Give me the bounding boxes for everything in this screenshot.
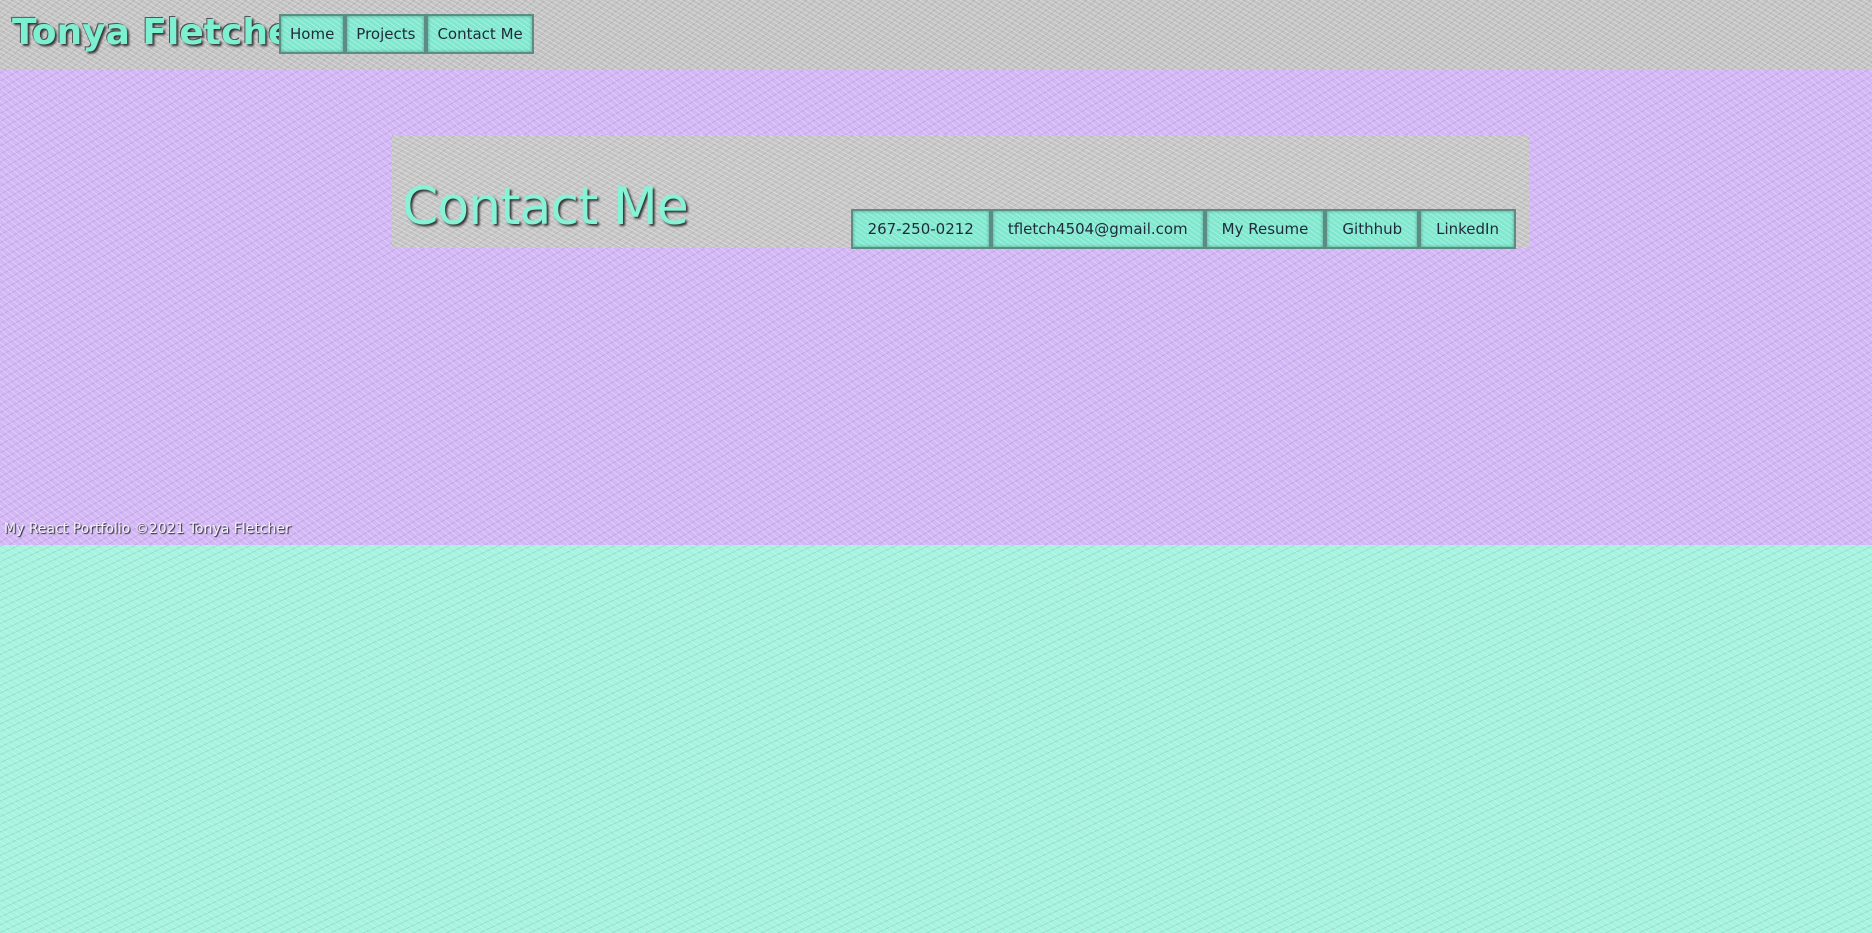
nav-home-button[interactable]: Home bbox=[279, 14, 346, 54]
contact-links: 267-250-0212 tfletch4504@gmail.com My Re… bbox=[850, 209, 1516, 249]
contact-card: Contact Me 267-250-0212 tfletch4504@gmai… bbox=[392, 135, 1530, 249]
site-brand[interactable]: Tonya Fletcher bbox=[12, 10, 310, 56]
linkedin-link-button[interactable]: LinkedIn bbox=[1419, 209, 1516, 249]
page-title: Contact Me bbox=[402, 176, 689, 237]
header-bar: Tonya Fletcher Home Projects Contact Me bbox=[0, 0, 1872, 70]
github-link-button[interactable]: Githhub bbox=[1325, 209, 1420, 249]
nav-contact-button[interactable]: Contact Me bbox=[426, 14, 534, 54]
main-nav: Home Projects Contact Me bbox=[279, 14, 534, 54]
footer-text: My React Portfolio ©2021 Tonya Fletcher bbox=[4, 521, 291, 537]
resume-link-button[interactable]: My Resume bbox=[1204, 209, 1326, 249]
phone-link-button[interactable]: 267-250-0212 bbox=[850, 209, 991, 249]
email-link-button[interactable]: tfletch4504@gmail.com bbox=[990, 209, 1205, 249]
page: Tonya Fletcher Home Projects Contact Me … bbox=[0, 0, 1872, 933]
nav-projects-button[interactable]: Projects bbox=[345, 14, 427, 54]
